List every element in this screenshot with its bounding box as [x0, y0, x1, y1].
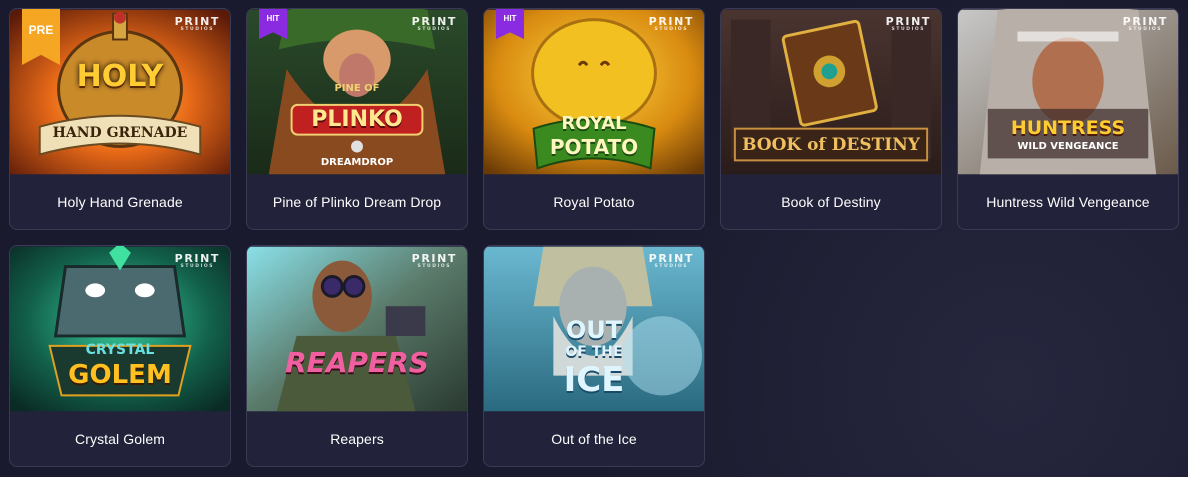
- game-title[interactable]: Royal Potato: [484, 175, 704, 229]
- studio-logo: PRINT STUDIOS: [648, 252, 694, 269]
- game-card-huntress-wild-vengeance[interactable]: HUNTRESS WILD VENGEANCE PRINT STUDIOS Hun…: [957, 8, 1179, 230]
- game-title[interactable]: Pine of Plinko Dream Drop: [247, 175, 467, 229]
- game-thumbnail[interactable]: BOOK of DESTINY PRINT STUDIOS: [721, 9, 941, 175]
- game-logo-line2: HAND GRENADE: [52, 125, 188, 141]
- studio-logo: PRINT STUDIOS: [648, 15, 694, 32]
- game-card-out-of-the-ice[interactable]: OUT OF THE ICE PRINT STUDIOS Out of the I…: [483, 245, 705, 467]
- game-title[interactable]: Holy Hand Grenade: [10, 175, 230, 229]
- game-logo-line2: OF THE: [565, 344, 623, 360]
- game-thumbnail[interactable]: HUNTRESS WILD VENGEANCE PRINT STUDIOS: [958, 9, 1178, 175]
- game-card-royal-potato[interactable]: ROYAL POTATO HIT PRINT STUDIOS Royal Pota…: [483, 8, 705, 230]
- game-thumbnail[interactable]: PINE OF PLINKO DREAMDROP HIT PRINT STUDIO…: [247, 9, 467, 175]
- game-logo-line1: REAPERS: [285, 346, 429, 379]
- game-title[interactable]: Out of the Ice: [484, 412, 704, 466]
- studio-logo: PRINT STUDIOS: [174, 15, 220, 32]
- game-logo-line3: ICE: [563, 360, 625, 400]
- game-grid: HOLY HAND GRENADE PRE PRINT STUDIOS Holy …: [9, 8, 1179, 467]
- game-card-book-of-destiny[interactable]: BOOK of DESTINY PRINT STUDIOS Book of Des…: [720, 8, 942, 230]
- game-thumbnail[interactable]: REAPERS PRINT STUDIOS: [247, 246, 467, 412]
- game-card-reapers[interactable]: REAPERS PRINT STUDIOS Reapers: [246, 245, 468, 467]
- game-logo-line1: HUNTRESS: [1010, 117, 1126, 139]
- game-card-pine-of-plinko-dream-drop[interactable]: PINE OF PLINKO DREAMDROP HIT PRINT STUDIO…: [246, 8, 468, 230]
- game-logo-line1: PINE OF: [334, 83, 380, 94]
- game-logo-line1: ROYAL: [561, 113, 627, 134]
- game-title[interactable]: Book of Destiny: [721, 175, 941, 229]
- game-logo-line2: PLINKO: [311, 107, 403, 132]
- game-title[interactable]: Crystal Golem: [10, 412, 230, 466]
- game-logo-line2: WILD VENGEANCE: [1017, 141, 1119, 152]
- studio-logo: PRINT STUDIOS: [1122, 15, 1168, 32]
- game-logo-line2: POTATO: [549, 135, 639, 159]
- game-title[interactable]: Reapers: [247, 412, 467, 466]
- game-title[interactable]: Huntress Wild Vengeance: [958, 175, 1178, 229]
- game-thumbnail[interactable]: CRYSTAL GOLEM PRINT STUDIOS: [10, 246, 230, 412]
- game-thumbnail[interactable]: OUT OF THE ICE PRINT STUDIOS: [484, 246, 704, 412]
- game-card-holy-hand-grenade[interactable]: HOLY HAND GRENADE PRE PRINT STUDIOS Holy …: [9, 8, 231, 230]
- game-logo-line1: OUT: [565, 316, 623, 344]
- game-logo-line2: GOLEM: [68, 360, 172, 390]
- game-thumbnail[interactable]: ROYAL POTATO HIT PRINT STUDIOS: [484, 9, 704, 175]
- game-thumbnail[interactable]: HOLY HAND GRENADE PRE PRINT STUDIOS: [10, 9, 230, 175]
- game-artwork: [247, 246, 467, 412]
- game-logo-line1: HOLY: [76, 59, 164, 94]
- game-card-crystal-golem[interactable]: CRYSTAL GOLEM PRINT STUDIOS Crystal Golem: [9, 245, 231, 467]
- game-logo-line1: BOOK of DESTINY: [742, 135, 920, 155]
- studio-logo: PRINT STUDIOS: [885, 15, 931, 32]
- studio-logo: PRINT STUDIOS: [411, 252, 457, 269]
- game-logo-line1: CRYSTAL: [85, 342, 155, 358]
- studio-logo: PRINT STUDIOS: [174, 252, 220, 269]
- game-logo-line3: DREAMDROP: [320, 157, 394, 168]
- studio-logo: PRINT STUDIOS: [411, 15, 457, 32]
